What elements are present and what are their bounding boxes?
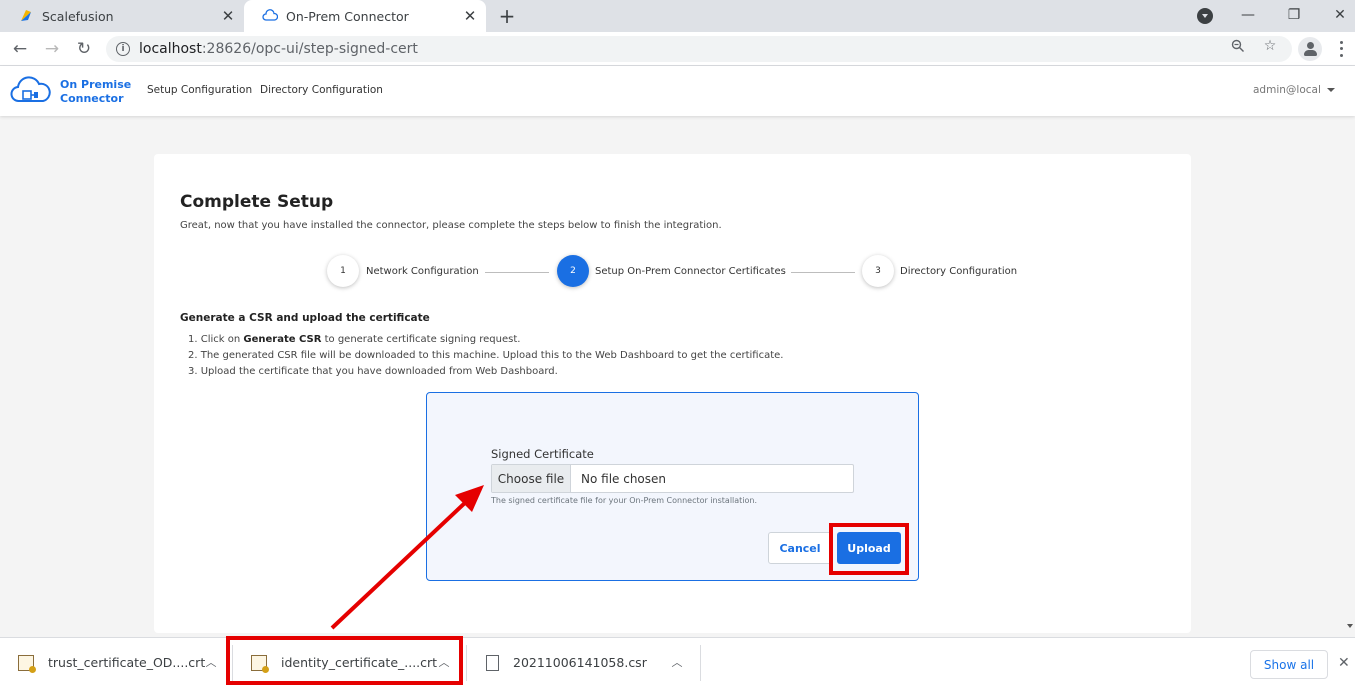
app-header: On Premise Connector Setup Configuration… <box>0 66 1355 116</box>
forward-arrow-icon[interactable]: → <box>40 37 64 61</box>
tab-search-icon[interactable] <box>1197 8 1213 24</box>
chevron-up-icon[interactable]: ︿ <box>204 655 218 669</box>
logo-text: On Premise Connector <box>60 78 131 106</box>
generate-csr-text: Generate CSR <box>243 334 322 345</box>
tab-title: On-Prem Connector <box>286 8 409 24</box>
file-status-text: No file chosen <box>581 471 667 486</box>
instruction-text: 1. Click on <box>188 334 244 345</box>
step-2-label: Setup On-Prem Connector Certificates <box>595 266 786 277</box>
caret-down-icon <box>1326 88 1335 92</box>
nav-directory-configuration[interactable]: Directory Configuration <box>260 84 383 96</box>
tab-title: Scalefusion <box>42 8 114 24</box>
browser-toolbar: ← → ↻ i localhost:28626/opc-ui/step-sign… <box>0 32 1355 66</box>
instruction-item: 1. Click on Generate CSR to generate cer… <box>188 332 783 348</box>
instruction-item: 3. Upload the certificate that you have … <box>188 366 558 377</box>
close-download-bar-icon[interactable]: ✕ <box>1338 655 1350 671</box>
info-icon[interactable]: i <box>116 42 130 56</box>
step-1-label: Network Configuration <box>366 266 479 277</box>
setup-stepper: 1 Network Configuration 2 Setup On-Prem … <box>154 255 1191 289</box>
show-all-button[interactable]: Show all <box>1250 650 1328 679</box>
step-1-circle[interactable]: 1 <box>327 255 359 287</box>
field-help-text: The signed certificate file for your On-… <box>491 496 758 505</box>
zoom-icon[interactable] <box>1229 37 1247 55</box>
download-bar: trust_certificate_OD....crt ︿ identity_c… <box>0 637 1355 686</box>
menu-kebab-icon[interactable] <box>1336 39 1346 59</box>
url-path: :28626/opc-ui/step-signed-cert <box>201 41 418 57</box>
step-3-circle[interactable]: 3 <box>862 255 894 287</box>
download-item[interactable]: 20211006141058.csr <box>486 638 647 686</box>
back-arrow-icon[interactable]: ← <box>8 37 32 61</box>
minimize-icon[interactable]: — <box>1226 0 1270 30</box>
step-connector-line <box>791 272 855 273</box>
download-filename: trust_certificate_OD....crt <box>48 655 206 670</box>
close-icon[interactable]: ✕ <box>460 6 480 26</box>
step-2-circle[interactable]: 2 <box>557 255 589 287</box>
page-title: Complete Setup <box>180 192 334 212</box>
reload-icon[interactable]: ↻ <box>72 37 96 61</box>
logo-line-1: On Premise <box>60 78 132 91</box>
chevron-up-icon[interactable]: ︿ <box>670 655 684 669</box>
identity-certificate-highlight <box>226 636 463 685</box>
new-tab-plus-icon[interactable]: + <box>496 4 518 28</box>
divider <box>700 645 701 681</box>
url-text: localhost:28626/opc-ui/step-signed-cert <box>139 41 418 57</box>
instruction-text: to generate certificate signing request. <box>321 334 521 345</box>
section-title: Generate a CSR and upload the certificat… <box>180 312 430 324</box>
divider <box>466 645 467 681</box>
bookmark-star-icon[interactable]: ☆ <box>1261 37 1279 55</box>
user-name: admin@local <box>1253 84 1321 96</box>
signed-certificate-file-input[interactable]: Choose file No file chosen <box>491 464 854 493</box>
instruction-item: 2. The generated CSR file will be downlo… <box>188 350 784 361</box>
upload-button-highlight <box>829 523 909 575</box>
url-host: localhost <box>139 41 202 57</box>
cloud-icon <box>262 8 278 24</box>
step-connector-line <box>485 272 549 273</box>
scroll-down-arrow-icon[interactable] <box>1347 624 1353 628</box>
file-icon <box>486 654 499 671</box>
page-subtitle: Great, now that you have installed the c… <box>180 220 722 231</box>
signed-certificate-label: Signed Certificate <box>491 447 594 461</box>
user-menu[interactable]: admin@local <box>1253 84 1335 96</box>
tab-scalefusion[interactable]: Scalefusion ✕ <box>0 0 244 32</box>
window-close-icon[interactable]: ✕ <box>1318 0 1355 30</box>
browser-tab-strip: Scalefusion ✕ On-Prem Connector ✕ + — ❐ … <box>0 0 1355 32</box>
step-3-label: Directory Configuration <box>900 266 1018 277</box>
download-item[interactable]: trust_certificate_OD....crt <box>18 638 205 686</box>
profile-avatar-icon[interactable] <box>1298 37 1322 61</box>
close-icon[interactable]: ✕ <box>218 6 238 26</box>
choose-file-button[interactable]: Choose file <box>492 465 571 492</box>
instructions-list: 1. Click on Generate CSR to generate cer… <box>188 332 783 380</box>
restore-icon[interactable]: ❐ <box>1272 0 1316 30</box>
scalefusion-icon <box>18 8 34 24</box>
download-filename: 20211006141058.csr <box>513 655 647 670</box>
logo-line-2: Connector <box>60 92 124 105</box>
address-bar[interactable]: i localhost:28626/opc-ui/step-signed-cer… <box>106 36 1292 62</box>
nav-setup-configuration[interactable]: Setup Configuration <box>147 84 252 96</box>
setup-card: Complete Setup Great, now that you have … <box>154 154 1191 633</box>
certificate-file-icon <box>18 654 36 673</box>
cancel-button[interactable]: Cancel <box>768 532 832 564</box>
tab-on-prem-connector[interactable]: On-Prem Connector ✕ <box>244 0 486 32</box>
on-premise-connector-logo-icon[interactable] <box>10 76 52 106</box>
